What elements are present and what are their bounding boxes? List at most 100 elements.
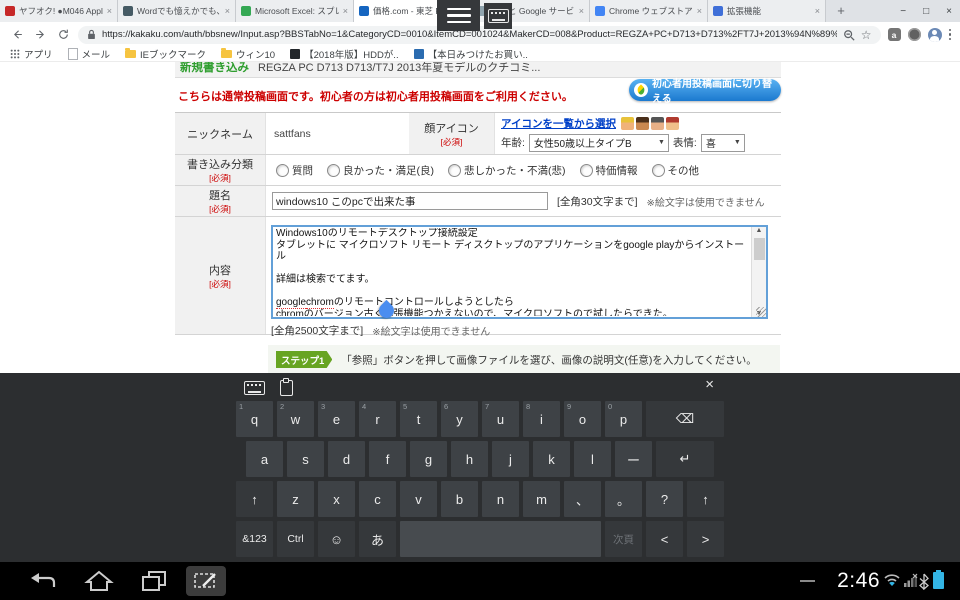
screen-write-button[interactable] <box>186 566 226 596</box>
key-t[interactable]: 5t <box>400 401 437 437</box>
category-radio-option[interactable]: 悲しかった・不満(悲) <box>448 163 566 178</box>
key-ー[interactable]: ー <box>615 441 652 477</box>
home-nav-icon[interactable] <box>84 569 114 593</box>
key-n[interactable]: n <box>482 481 519 517</box>
tab-title: ヤフオク! ●M046 Apple Mu... <box>19 6 103 16</box>
back-icon[interactable] <box>9 27 25 43</box>
bookmark-item[interactable]: ウィン10 <box>221 47 275 61</box>
key-e[interactable]: 3e <box>318 401 355 437</box>
age-select[interactable]: 女性50歳以上タイプB ▼ <box>528 133 669 152</box>
title-input[interactable] <box>272 192 548 210</box>
key-f[interactable]: f <box>369 441 406 477</box>
keyboard-close-icon[interactable]: × <box>705 377 714 392</box>
key-u[interactable]: 7u <box>482 401 519 437</box>
apps-shortcut[interactable]: アプリ <box>10 47 53 61</box>
key-c[interactable]: c <box>359 481 396 517</box>
bookmark-item[interactable]: IEブックマーク <box>125 47 206 61</box>
key-j[interactable]: j <box>492 441 529 477</box>
textarea-scrollbar[interactable]: ▲ ▼ <box>751 227 766 317</box>
category-radio-option[interactable]: 質問 <box>276 163 313 178</box>
key-g[interactable]: g <box>410 441 447 477</box>
profile-avatar[interactable] <box>927 27 942 42</box>
key->[interactable]: > <box>687 521 724 557</box>
tab-close-icon[interactable]: × <box>225 6 230 16</box>
zoom-indicator-icon[interactable] <box>843 29 855 41</box>
category-radio-option[interactable]: 良かった・満足(良) <box>327 163 434 178</box>
maximize-button[interactable]: □ <box>923 6 929 17</box>
resize-grip[interactable] <box>756 307 766 317</box>
face-icon <box>665 116 679 130</box>
extension-a-icon[interactable]: a <box>887 28 901 41</box>
keyboard-layout-icon[interactable] <box>244 381 265 395</box>
forward-icon[interactable] <box>32 27 48 43</box>
bookmark-item[interactable]: メール <box>67 47 110 61</box>
browser-tab[interactable]: Microsoft Excel: スプレッドシー × <box>236 0 354 22</box>
key-x[interactable]: x <box>318 481 355 517</box>
extension-globe-icon[interactable] <box>907 28 921 41</box>
key-k[interactable]: k <box>533 441 570 477</box>
key-l[interactable]: l <box>574 441 611 477</box>
bookmark-star-icon[interactable]: ☆ <box>861 29 872 41</box>
key-。[interactable]: 。 <box>605 481 642 517</box>
bluetooth-icon <box>919 573 929 590</box>
tab-close-icon[interactable]: × <box>107 6 112 16</box>
browser-menu-icon[interactable] <box>948 28 951 41</box>
bookmark-icon <box>221 48 233 58</box>
key-v[interactable]: v <box>400 481 437 517</box>
key-↑[interactable]: ↑ <box>236 481 273 517</box>
key-o[interactable]: 9o <box>564 401 601 437</box>
key-d[interactable]: d <box>328 441 365 477</box>
close-window-button[interactable]: × <box>946 6 952 17</box>
key-space[interactable] <box>400 521 601 557</box>
recents-nav-icon[interactable] <box>140 569 168 593</box>
bookmark-item[interactable]: 【本日みつけたお買い.. <box>413 47 528 61</box>
tab-close-icon[interactable]: × <box>697 6 702 16</box>
key-あ[interactable]: あ <box>359 521 396 557</box>
key-q[interactable]: 1q <box>236 401 273 437</box>
key-↵[interactable]: ↵ <box>656 441 714 477</box>
key-h[interactable]: h <box>451 441 488 477</box>
scroll-up-icon[interactable]: ▲ <box>756 227 763 234</box>
clipboard-icon[interactable] <box>280 378 293 396</box>
tab-close-icon[interactable]: × <box>579 6 584 16</box>
category-radio-option[interactable]: 特価情報 <box>579 163 638 178</box>
reload-icon[interactable] <box>55 27 71 43</box>
content-textarea[interactable]: Windows10のリモートデスクトップ接続設定 タブレットに マイクロソフト … <box>271 225 768 322</box>
browser-tab[interactable]: 拡張機能 × <box>708 0 826 22</box>
key-b[interactable]: b <box>441 481 478 517</box>
key-p[interactable]: 0p <box>605 401 642 437</box>
scrollbar-thumb[interactable] <box>754 238 765 260</box>
key-r[interactable]: 4r <box>359 401 396 437</box>
category-radio-option[interactable]: その他 <box>651 163 699 178</box>
tab-close-icon[interactable]: × <box>815 6 820 16</box>
minimize-button[interactable]: − <box>900 6 906 17</box>
key-?[interactable]: ? <box>646 481 683 517</box>
key-↑[interactable]: ↑ <box>687 481 724 517</box>
key-y[interactable]: 6y <box>441 401 478 437</box>
key-☺[interactable]: ☺ <box>318 521 355 557</box>
browser-tab[interactable]: ヤフオク! ●M046 Apple Mu... × <box>0 0 118 22</box>
session-menu-icon[interactable] <box>437 0 480 31</box>
bookmark-item[interactable]: 【2018年版】HDDが.. <box>290 47 399 61</box>
key-Ctrl[interactable]: Ctrl <box>277 521 314 557</box>
expression-select[interactable]: 喜 ▼ <box>700 133 745 152</box>
key-s[interactable]: s <box>287 441 324 477</box>
back-nav-icon[interactable] <box>28 569 58 593</box>
new-tab-button[interactable]: + <box>828 0 854 22</box>
browser-tab[interactable]: Wordでも憶えかでも、ネームシ... × <box>118 0 236 22</box>
key-&123[interactable]: &123 <box>236 521 273 557</box>
key-z[interactable]: z <box>277 481 314 517</box>
switch-to-beginner-button[interactable]: 初心者用投稿画面に切り替える <box>629 79 781 105</box>
key-<[interactable]: < <box>646 521 683 557</box>
tab-close-icon[interactable]: × <box>343 6 348 16</box>
key-i[interactable]: 8i <box>523 401 560 437</box>
key-次頁[interactable]: 次頁 <box>605 521 642 557</box>
choose-icon-link[interactable]: アイコンを一覧から選択 <box>501 116 616 131</box>
key-、[interactable]: 、 <box>564 481 601 517</box>
browser-tab[interactable]: Chrome ウェブストア - 拡張機能 × <box>590 0 708 22</box>
key-w[interactable]: 2w <box>277 401 314 437</box>
show-keyboard-icon[interactable] <box>484 3 512 29</box>
key-⌫[interactable]: ⌫ <box>646 401 724 437</box>
key-m[interactable]: m <box>523 481 560 517</box>
key-a[interactable]: a <box>246 441 283 477</box>
